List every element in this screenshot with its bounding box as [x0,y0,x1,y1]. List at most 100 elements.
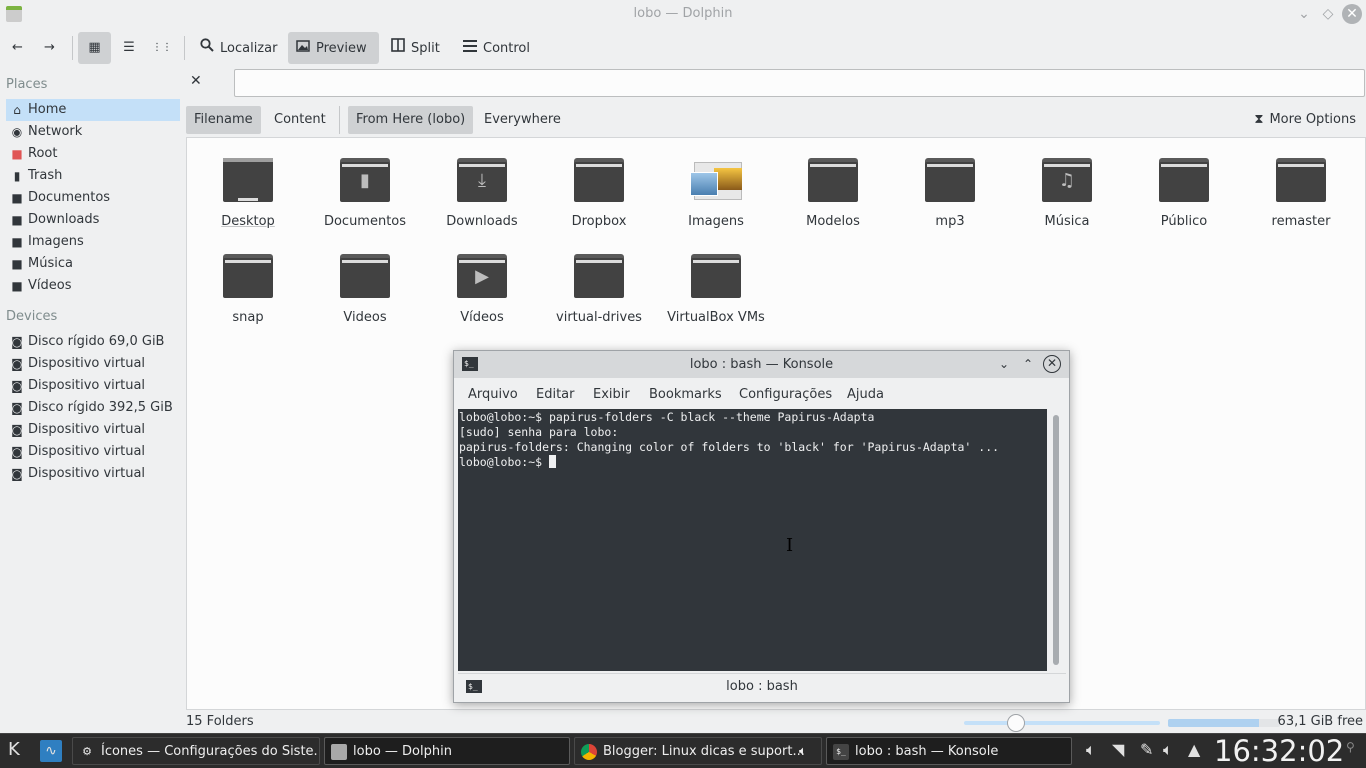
terminal-scrollbar[interactable] [1053,415,1059,665]
menu-editar[interactable]: Editar [536,387,575,402]
filter-separator [339,106,340,134]
sidebar-item-downloads[interactable]: ■ Downloads [6,209,180,231]
zoom-slider-handle[interactable] [1007,714,1025,732]
preview-button[interactable]: Preview [288,32,379,64]
sidebar-item-imagens[interactable]: ■ Imagens [6,231,180,253]
clipboard-icon[interactable]: ✎ [1140,740,1153,759]
filter-content[interactable]: Content [266,106,334,134]
harddisk-icon: ◙ [11,379,23,393]
status-bar: 15 Folders 63,1 GiB free [0,712,1366,732]
harddisk-icon: ◙ [11,445,23,459]
menu-configuracoes[interactable]: Configurações [739,387,832,402]
konsole-window[interactable]: $_ lobo : bash — Konsole ⌄ ⌃ ✕ Arquivo E… [453,350,1070,703]
konsole-close-button[interactable]: ✕ [1043,355,1061,373]
wifi-icon[interactable]: ◥ [1112,740,1124,759]
zoom-slider-track[interactable] [964,721,1160,725]
funnel-icon: ⧗ [1254,112,1264,127]
task-dolphin[interactable]: lobo — Dolphin [324,737,570,765]
filter-filename[interactable]: Filename [186,106,261,134]
more-options-button[interactable]: ⧗ More Options [1254,106,1356,134]
file-item[interactable]: remaster [1243,158,1359,229]
file-name: Videos [343,310,387,325]
sidebar-item-home[interactable]: ⌂ Home [6,99,180,121]
file-item[interactable]: Público [1126,158,1242,229]
file-item[interactable]: ♫ Música [1009,158,1125,229]
konsole-titlebar[interactable]: $_ lobo : bash — Konsole ⌄ ⌃ ✕ [454,351,1069,378]
filter-everywhere[interactable]: Everywhere [476,106,569,134]
split-button[interactable]: Split [383,32,448,64]
arrow-left-icon: ← [12,40,23,55]
sidebar-device[interactable]: ◙ Dispositivo virtual [6,375,180,397]
file-name: remaster [1271,214,1331,229]
task-label: lobo : bash — Konsole [855,744,999,759]
sidebar-device[interactable]: ◙ Dispositivo virtual [6,353,180,375]
chrome-icon [581,744,597,760]
file-item[interactable]: mp3 [892,158,1008,229]
close-button[interactable]: ✕ [1342,4,1362,24]
sidebar-item-videos[interactable]: ■ Vídeos [6,275,180,297]
sidebar-item-root[interactable]: ■ Root [6,143,180,165]
sidebar-item-network[interactable]: ◉ Network [6,121,180,143]
menu-ajuda[interactable]: Ajuda [847,387,884,402]
sidebar-item-label: Dispositivo virtual [28,378,146,393]
konsole-minimize-button[interactable]: ⌄ [995,355,1013,373]
speaker-icon[interactable]: 🔈︎ [1163,740,1173,760]
file-item[interactable]: Dropbox [541,158,657,229]
konsole-maximize-button[interactable]: ⌃ [1019,355,1037,373]
sidebar-device[interactable]: ◙ Dispositivo virtual [6,441,180,463]
file-item[interactable]: snap [190,254,306,325]
menu-arquivo[interactable]: Arquivo [468,387,518,402]
folder-icon [808,158,858,202]
file-name: Público [1160,214,1208,229]
notifications-icon[interactable]: ▲ [1188,740,1200,759]
back-button[interactable]: ← [4,32,31,64]
sidebar-device[interactable]: ◙ Dispositivo virtual [6,463,180,485]
clock[interactable]: 16:32:02 [1214,734,1344,768]
control-menu-button[interactable]: Control [455,32,538,64]
panel-tool-icon[interactable]: ⚲ [1346,740,1355,754]
sidebar-item-trash[interactable]: ▮ Trash [6,165,180,187]
filter-from-here[interactable]: From Here (lobo) [348,106,474,134]
sidebar-device[interactable]: ◙ Disco rígido 69,0 GiB [6,331,180,353]
kde-menu-icon[interactable]: K [8,739,20,760]
task-blogger[interactable]: Blogger: Linux dicas e suport... 🔈︎ [574,737,822,765]
menu-bookmarks[interactable]: Bookmarks [649,387,722,402]
task-konsole[interactable]: $_ lobo : bash — Konsole [826,737,1072,765]
maximize-button[interactable]: ◇ [1318,4,1338,24]
sidebar-item-documentos[interactable]: ■ Documentos [6,187,180,209]
close-search-button[interactable]: ✕ [190,73,202,89]
sidebar-item-musica[interactable]: ■ Música [6,253,180,275]
file-item[interactable]: virtual-drives [541,254,657,325]
volume-icon[interactable]: 🔈︎ [1086,740,1096,760]
settings-icon: ⚙ [82,745,92,758]
terminal-output[interactable]: lobo@lobo:~$ papirus-folders -C black --… [458,409,1047,671]
sidebar-device[interactable]: ◙ Dispositivo virtual [6,419,180,441]
compact-view-button[interactable]: ☰ [113,32,145,64]
file-item[interactable]: Modelos [775,158,891,229]
details-grid-icon: ⋮⋮ [152,42,172,53]
system-monitor-icon[interactable]: ∿ [40,740,62,762]
menu-exibir[interactable]: Exibir [593,387,630,402]
konsole-tab[interactable]: $_ lobo : bash [458,673,1066,699]
search-button[interactable]: Localizar [192,32,285,64]
text-cursor-icon: I [786,535,794,556]
file-item[interactable]: Videos [307,254,423,325]
file-item[interactable]: ▶ Vídeos [424,254,540,325]
file-item[interactable]: VirtualBox VMs [658,254,774,325]
file-item[interactable]: Desktop [190,158,306,229]
file-item[interactable]: Imagens [658,158,774,229]
sidebar-item-label: Root [28,146,58,161]
task-configuracoes[interactable]: ⚙ Ícones — Configurações do Siste... [72,737,320,765]
search-input[interactable] [234,69,1365,97]
forward-button[interactable]: → [36,32,63,64]
file-item[interactable]: ▮ Documentos [307,158,423,229]
file-item[interactable]: ⤓ Downloads [424,158,540,229]
sidebar-device[interactable]: ◙ Disco rígido 392,5 GiB [6,397,180,419]
hamburger-menu-icon [463,32,477,64]
icons-view-button[interactable]: ▦ [78,32,111,64]
details-view-button[interactable]: ⋮⋮ [146,32,178,64]
network-icon: ◉ [11,125,23,139]
minimize-button[interactable]: ⌄ [1294,4,1314,24]
harddisk-icon: ◙ [11,467,23,481]
sidebar-item-label: Vídeos [28,278,72,293]
